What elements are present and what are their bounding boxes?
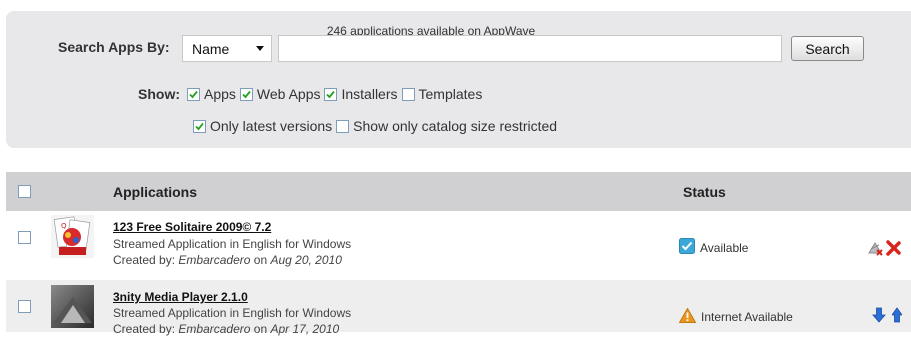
app-title-link[interactable]: 123 Free Solitaire 2009© 7.2 (113, 220, 271, 234)
filter-apps-checkbox[interactable] (187, 87, 200, 101)
search-by-label: Search Apps By: (58, 39, 170, 55)
filter-catalog-size-checkbox[interactable] (336, 119, 350, 133)
created-on: on (253, 322, 268, 336)
filter-latest-versions-label: Only latest versions (210, 118, 333, 134)
creator-name: Embarcadero (178, 322, 251, 336)
show-filters: Show: Apps Web Apps Installers Templates (138, 86, 486, 102)
filter-apps[interactable]: Apps (187, 86, 236, 102)
created-on: on (253, 253, 268, 267)
search-field-value: Name (192, 40, 230, 57)
filter-installers-label: Installers (341, 86, 398, 102)
filter-web-apps-label: Web Apps (256, 86, 321, 102)
filter-installers[interactable]: Installers (324, 86, 398, 102)
check-icon (679, 238, 695, 257)
status-cell: Available (679, 238, 748, 257)
created-prefix: Created by: (113, 253, 176, 267)
table-row: Q 123 Free Solitaire 2009© 7.2 Streamed … (6, 211, 911, 267)
column-applications: Applications (113, 184, 198, 200)
table-row: 3nity Media Player 2.1.0 Streamed Applic… (6, 280, 911, 336)
app-subtitle: Streamed Application in English for Wind… (113, 237, 352, 251)
status-cell: Internet Available (678, 307, 793, 326)
table-header: Applications Status (6, 172, 911, 211)
warning-icon (678, 307, 697, 326)
remove-icon[interactable] (885, 240, 901, 261)
row-actions (867, 240, 901, 261)
app-thumbnail-solitaire[interactable]: Q (51, 215, 94, 258)
download-arrow-icon[interactable] (872, 307, 886, 328)
created-date: Apr 17, 2010 (270, 322, 340, 336)
filter-templates-checkbox[interactable] (401, 87, 415, 101)
unsubscribe-icon[interactable] (867, 240, 885, 261)
filter-installers-checkbox[interactable] (324, 87, 338, 101)
status-text: Available (700, 240, 749, 255)
column-status: Status (683, 184, 726, 200)
filter-latest-versions-checkbox[interactable] (193, 119, 206, 133)
row-checkbox[interactable] (18, 300, 31, 313)
upload-arrow-icon[interactable] (891, 307, 903, 328)
filter-templates[interactable]: Templates (401, 86, 483, 102)
search-button[interactable]: Search (791, 36, 864, 61)
svg-text:Q: Q (61, 222, 67, 230)
filter-templates-label: Templates (418, 86, 483, 102)
created-prefix: Created by: (113, 322, 176, 336)
filter-web-apps[interactable]: Web Apps (239, 86, 321, 102)
chevron-down-icon (256, 46, 264, 51)
filter-catalog-size-restricted[interactable]: Show only catalog size restricted (336, 118, 557, 134)
show-label: Show: (138, 86, 180, 102)
filter-latest-versions[interactable]: Only latest versions (193, 118, 332, 134)
app-thumbnail-media-player[interactable] (51, 285, 94, 328)
creator-name: Embarcadero (178, 253, 251, 267)
version-filters: Only latest versions Show only catalog s… (193, 118, 561, 134)
search-field-select[interactable]: Name (182, 35, 272, 62)
app-subtitle: Streamed Application in English for Wind… (113, 306, 352, 320)
app-created: Created by: Embarcadero on Aug 20, 2010 (113, 253, 342, 267)
filter-apps-label: Apps (204, 86, 236, 102)
row-actions (872, 307, 903, 328)
select-all-checkbox[interactable] (18, 185, 31, 198)
app-title-link[interactable]: 3nity Media Player 2.1.0 (113, 290, 248, 304)
filter-catalog-size-label: Show only catalog size restricted (353, 118, 558, 134)
status-text: Internet Available (701, 310, 793, 324)
search-input[interactable] (278, 35, 782, 62)
created-date: Aug 20, 2010 (270, 253, 342, 267)
app-created: Created by: Embarcadero on Apr 17, 2010 (113, 322, 339, 336)
row-checkbox[interactable] (18, 231, 31, 244)
filter-web-apps-checkbox[interactable] (239, 87, 253, 101)
